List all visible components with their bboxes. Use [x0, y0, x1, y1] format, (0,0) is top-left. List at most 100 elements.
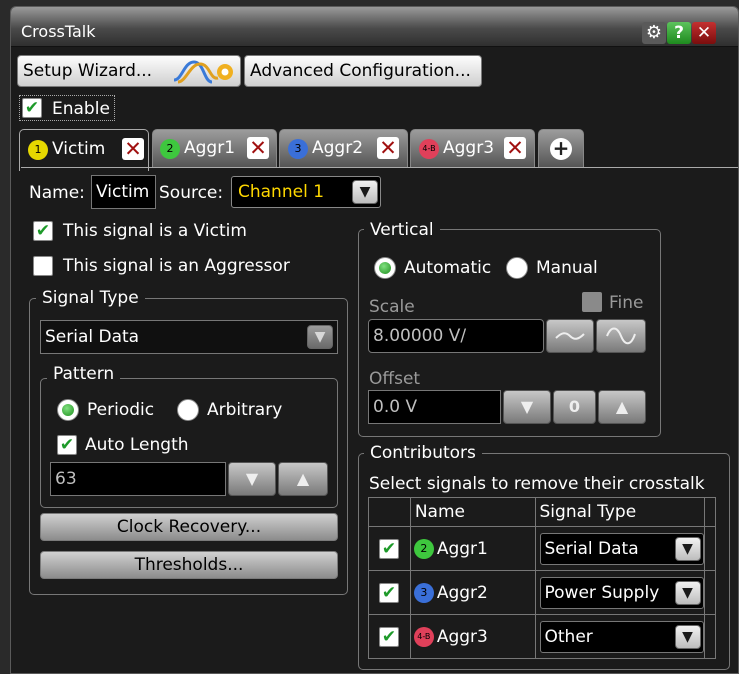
is-victim-label: This signal is a Victim [63, 221, 247, 241]
chevron-down-icon[interactable]: ▼ [674, 625, 701, 649]
tab-aggr2-label: Aggr2 [312, 138, 364, 158]
contributors-table: Name Signal Type ✔ 2 Aggr1 Serial Data ▼… [368, 497, 716, 659]
vertical-legend: Vertical [364, 220, 440, 240]
close-tab-victim-icon[interactable]: ✕ [122, 138, 144, 160]
increment-length-button[interactable]: ▲ [278, 462, 328, 496]
length-input[interactable]: 63 [50, 462, 226, 496]
name-column-header: Name [409, 497, 536, 527]
aggr1-badge-icon: 2 [413, 539, 434, 559]
source-value: Channel 1 [238, 182, 325, 202]
arbitrary-radio[interactable] [177, 399, 199, 421]
fine-label: Fine [609, 293, 644, 313]
is-victim-checkbox[interactable]: ✔ [33, 221, 53, 241]
close-tab-aggr2-icon[interactable]: ✕ [377, 137, 399, 159]
decrement-length-button[interactable]: ▼ [228, 462, 276, 496]
aggr3-badge-icon: 4-B [413, 627, 434, 647]
aggr2-select-checkbox[interactable]: ✔ [379, 583, 399, 603]
source-label: Source: [159, 183, 224, 203]
aggr3-signal-type-dropdown[interactable]: Other ▼ [539, 621, 704, 653]
offset-increment-button[interactable]: ▲ [598, 390, 646, 424]
automatic-radio[interactable] [374, 257, 396, 279]
chevron-down-icon[interactable]: ▼ [674, 581, 701, 605]
enable-checkbox-row[interactable]: ✔ Enable [19, 95, 115, 121]
table-header-row: Name Signal Type [368, 497, 716, 527]
table-row: ✔ 3 Aggr2 Power Supply ▼ [368, 570, 716, 615]
wave-large-icon [606, 327, 636, 345]
chevron-down-icon[interactable]: ▼ [352, 180, 378, 204]
add-tab-button[interactable]: + [538, 129, 584, 167]
tab-victim[interactable]: 1 Victim ✕ [19, 129, 149, 171]
advanced-configuration-button[interactable]: Advanced Configuration... [244, 55, 482, 87]
aggr2-badge-icon: 3 [413, 583, 434, 603]
aggr2-badge-icon: 3 [288, 139, 308, 159]
aggr1-signal-type-value: Serial Data [544, 539, 639, 559]
close-button[interactable]: ✕ [692, 22, 716, 44]
title-bar[interactable]: CrossTalk ⚙ ? ✕ [11, 7, 738, 47]
signal-type-legend: Signal Type [36, 288, 145, 308]
scale-label: Scale [369, 297, 415, 317]
scale-large-button[interactable] [596, 319, 646, 353]
tab-aggr1-label: Aggr1 [184, 138, 236, 158]
wave-small-icon [555, 332, 585, 340]
aggr1-badge-icon: 2 [160, 139, 180, 159]
tab-victim-label: Victim [52, 139, 106, 159]
manual-radio[interactable] [506, 257, 528, 279]
aggr3-name: Aggr3 [436, 627, 488, 647]
close-tab-aggr1-icon[interactable]: ✕ [247, 137, 269, 159]
table-row: ✔ 2 Aggr1 Serial Data ▼ [368, 526, 716, 571]
enable-checkbox[interactable]: ✔ [22, 98, 42, 118]
enable-label: Enable [52, 99, 110, 119]
aggr2-name: Aggr2 [436, 583, 488, 603]
signal-type-column-header: Signal Type [534, 497, 706, 527]
aggr2-signal-type-dropdown[interactable]: Power Supply ▼ [539, 577, 704, 609]
close-tab-aggr3-icon[interactable]: ✕ [504, 137, 526, 159]
tab-aggr1[interactable]: 2 Aggr1 ✕ [152, 129, 277, 167]
tab-aggr3-label: Aggr3 [443, 138, 495, 158]
offset-zero-button[interactable]: 0 [553, 390, 596, 424]
contributors-legend: Contributors [364, 443, 482, 463]
scale-input[interactable]: 8.00000 V/ [368, 319, 544, 353]
help-button[interactable]: ? [667, 22, 691, 44]
offset-decrement-button[interactable]: ▼ [503, 390, 551, 424]
setup-wizard-button[interactable]: Setup Wizard... [17, 55, 241, 87]
crosstalk-dialog: CrossTalk ⚙ ? ✕ Setup Wizard... Advanced… [10, 6, 739, 674]
is-aggressor-label: This signal is an Aggressor [63, 256, 290, 276]
aggr3-badge-icon: 4-B [419, 139, 439, 159]
select-column-header [368, 497, 411, 527]
victim-badge-icon: 1 [28, 140, 48, 160]
aggr3-select-checkbox[interactable]: ✔ [379, 627, 399, 647]
fine-checkbox[interactable] [582, 292, 602, 312]
scale-coarse-button[interactable] [546, 319, 594, 353]
auto-length-checkbox[interactable]: ✔ [57, 435, 77, 455]
tab-aggr2[interactable]: 3 Aggr2 ✕ [279, 129, 408, 167]
wizard-wave-icon [173, 60, 233, 84]
offset-label: Offset [369, 369, 421, 389]
tab-aggr3[interactable]: 4-B Aggr3 ✕ [410, 129, 535, 167]
name-label: Name: [29, 183, 85, 203]
window-title: CrossTalk [21, 22, 96, 41]
offset-input[interactable]: 0.0 V [368, 390, 501, 424]
aggr3-signal-type-value: Other [544, 627, 593, 647]
aggr1-name: Aggr1 [436, 539, 488, 559]
gear-icon[interactable]: ⚙ [642, 22, 666, 44]
signal-type-value: Serial Data [45, 327, 140, 347]
chevron-down-icon[interactable]: ▼ [307, 325, 333, 349]
name-input[interactable]: Victim [91, 175, 156, 209]
periodic-label: Periodic [87, 400, 155, 420]
periodic-radio[interactable] [57, 399, 79, 421]
chevron-down-icon[interactable]: ▼ [674, 537, 701, 561]
signal-type-dropdown[interactable]: Serial Data ▼ [40, 320, 338, 354]
automatic-label: Automatic [404, 258, 492, 278]
contributors-instruction: Select signals to remove their crosstalk [369, 474, 705, 494]
auto-length-label: Auto Length [85, 435, 189, 455]
plus-icon: + [550, 138, 572, 160]
source-dropdown[interactable]: Channel 1 ▼ [231, 176, 381, 208]
aggr1-signal-type-dropdown[interactable]: Serial Data ▼ [539, 533, 704, 565]
aggr2-signal-type-value: Power Supply [544, 583, 660, 603]
setup-wizard-label: Setup Wizard... [23, 61, 153, 81]
is-aggressor-checkbox[interactable] [33, 256, 53, 276]
thresholds-button[interactable]: Thresholds... [40, 551, 338, 579]
table-row: ✔ 4-B Aggr3 Other ▼ [368, 614, 716, 659]
clock-recovery-button[interactable]: Clock Recovery... [40, 513, 338, 541]
aggr1-select-checkbox[interactable]: ✔ [379, 539, 399, 559]
